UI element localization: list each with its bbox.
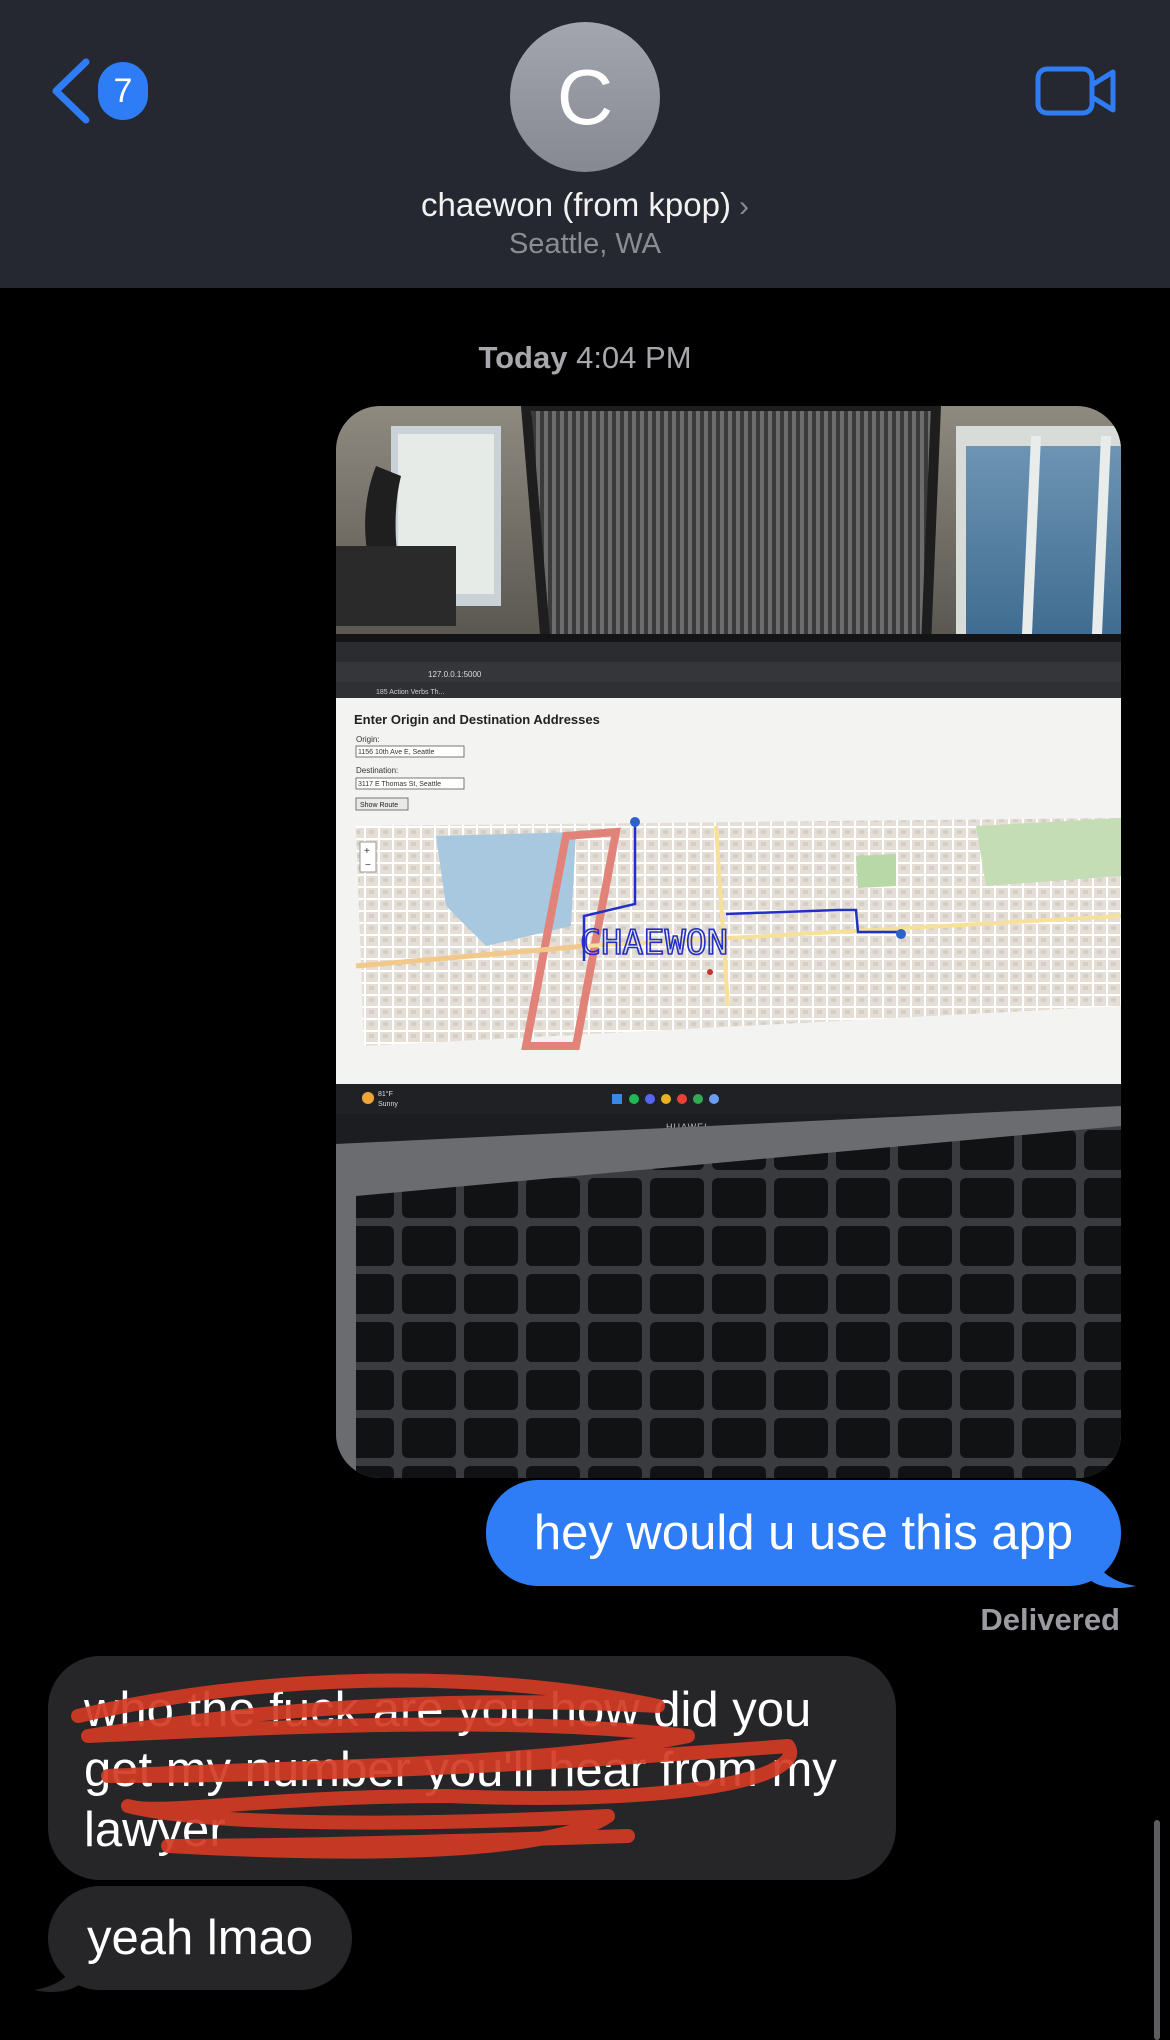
- delivered-status: Delivered: [980, 1602, 1120, 1637]
- video-camera-icon: [1035, 66, 1116, 116]
- show-route-button: Show Route: [360, 802, 398, 809]
- received-message-text: yeah lmao: [86, 1911, 314, 1965]
- back-button[interactable]: [46, 56, 96, 126]
- origin-value: 1156 10th Ave E, Seattle: [358, 749, 435, 756]
- red-scribble-redaction: [71, 1673, 797, 1859]
- destination-value: 3117 E Thomas St, Seattle: [358, 781, 441, 788]
- received-bubble-tail: [34, 1954, 80, 1992]
- facetime-video-button[interactable]: [1034, 64, 1118, 123]
- route-drawn-text: CHAEWON: [580, 923, 728, 963]
- destination-label: Destination:: [356, 766, 398, 775]
- browser-bookmark: 185 Action Verbs Th...: [376, 689, 444, 696]
- sent-message-bubble[interactable]: hey would u use this app: [486, 1480, 1121, 1586]
- conversation-header: 7 C chaewon (from kpop) › Seattle, WA: [0, 0, 1170, 288]
- form-heading: Enter Origin and Destination Addresses: [354, 712, 600, 727]
- browser-url: 127.0.0.1:5000: [428, 670, 482, 679]
- chevron-left-icon: [52, 58, 90, 124]
- received-message-bubble[interactable]: who the fuck are you how did you get my …: [48, 1656, 896, 1880]
- timestamp-time: 4:04 PM: [576, 340, 692, 375]
- chevron-right-icon: ›: [738, 190, 749, 223]
- svg-text:−: −: [365, 860, 371, 871]
- origin-label: Origin:: [356, 735, 380, 744]
- received-message-bubble[interactable]: yeah lmao: [48, 1886, 352, 1990]
- contact-name: chaewon (from kpop): [421, 186, 731, 223]
- svg-text:+: +: [364, 846, 370, 857]
- contact-location: Seattle, WA: [508, 228, 662, 260]
- weather-temp: 81°F: [378, 1090, 393, 1098]
- message-timestamp: Today 4:04 PM: [0, 340, 1170, 376]
- contact-name-button[interactable]: chaewon (from kpop) ›: [0, 186, 1170, 224]
- timestamp-day: Today: [478, 340, 568, 375]
- weather-desc: Sunny: [378, 1101, 398, 1108]
- photo-image: 127.0.0.1:5000 185 Action Verbs Th... En…: [336, 406, 1121, 1478]
- scrollbar[interactable]: [1154, 1820, 1160, 2040]
- avatar[interactable]: C: [510, 22, 660, 172]
- unread-count-badge[interactable]: 7: [98, 62, 148, 120]
- sent-bubble-tail: [1090, 1550, 1136, 1588]
- photo-attachment[interactable]: 127.0.0.1:5000 185 Action Verbs Th... En…: [336, 406, 1121, 1478]
- sent-message-text: hey would u use this app: [533, 1506, 1074, 1560]
